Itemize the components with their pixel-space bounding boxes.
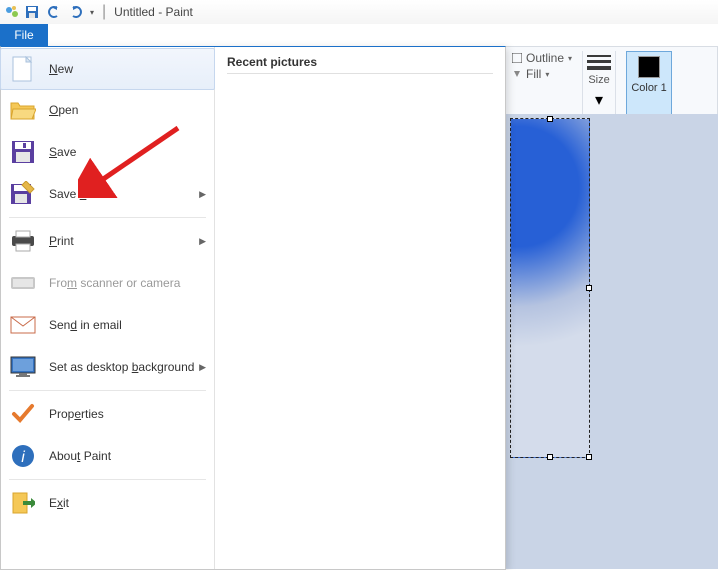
printer-icon [9, 227, 37, 255]
resize-handle[interactable] [547, 116, 553, 122]
menu-print[interactable]: Print ▶ [1, 220, 214, 262]
menu-label: Save [49, 145, 76, 159]
submenu-arrow-icon: ▶ [199, 189, 206, 200]
qat-dropdown-icon[interactable]: ▾ [90, 8, 94, 17]
fill-button[interactable]: Fill▾ [512, 67, 549, 81]
menu-label: Print [49, 234, 74, 248]
menu-label: From scanner or camera [49, 276, 180, 290]
menu-save-as[interactable]: Save as ▶ [1, 173, 214, 215]
save-as-icon [9, 180, 37, 208]
resize-handle[interactable] [586, 285, 592, 291]
submenu-arrow-icon: ▶ [199, 236, 206, 247]
outline-button[interactable]: Outline▾ [512, 51, 572, 65]
canvas-workspace[interactable] [506, 114, 718, 569]
resize-handle[interactable] [586, 454, 592, 460]
menu-open[interactable]: Open [1, 89, 214, 131]
menu-label: Exit [49, 496, 69, 510]
svg-text:i: i [21, 449, 25, 466]
desktop-icon [9, 353, 37, 381]
menu-wallpaper[interactable]: Set as desktop background ▶ [1, 346, 214, 388]
save-disk-icon [9, 138, 37, 166]
info-icon: i [9, 442, 37, 470]
email-icon [9, 311, 37, 339]
menu-label: New [49, 62, 73, 76]
chevron-down-icon: ▾ [595, 90, 603, 110]
undo-icon[interactable] [46, 4, 62, 20]
menu-properties[interactable]: Properties [1, 393, 214, 435]
new-file-icon [9, 55, 37, 83]
recent-pictures-header: Recent pictures [227, 55, 493, 74]
menu-label: Send in email [49, 318, 122, 332]
menu-scanner: From scanner or camera [1, 262, 214, 304]
menu-new[interactable]: New [0, 48, 215, 90]
scanner-icon [9, 269, 37, 297]
menu-label: Open [49, 103, 78, 117]
menu-exit[interactable]: Exit [1, 482, 214, 524]
canvas-image[interactable] [510, 118, 590, 458]
menu-separator [9, 390, 206, 391]
file-tab[interactable]: File [0, 24, 48, 46]
menu-label: Set as desktop background [49, 360, 194, 374]
menu-email[interactable]: Send in email [1, 304, 214, 346]
checkmark-icon [9, 400, 37, 428]
menu-save[interactable]: Save [1, 131, 214, 173]
color-swatch [638, 56, 660, 78]
window-title: Untitled - Paint [114, 5, 193, 19]
menu-separator [9, 479, 206, 480]
menu-label: Save as [49, 187, 92, 201]
menu-about[interactable]: i About Paint [1, 435, 214, 477]
redo-icon[interactable] [68, 4, 84, 20]
exit-icon [9, 489, 37, 517]
separator: | [102, 3, 106, 21]
menu-label: Properties [49, 407, 104, 421]
submenu-arrow-icon: ▶ [199, 362, 206, 373]
save-icon[interactable] [24, 4, 40, 20]
file-menu: New Open Save Save as ▶ Print ▶ [0, 46, 506, 570]
resize-handle[interactable] [547, 454, 553, 460]
open-folder-icon [9, 96, 37, 124]
menu-label: About Paint [49, 449, 111, 463]
app-icon [4, 4, 20, 20]
menu-separator [9, 217, 206, 218]
